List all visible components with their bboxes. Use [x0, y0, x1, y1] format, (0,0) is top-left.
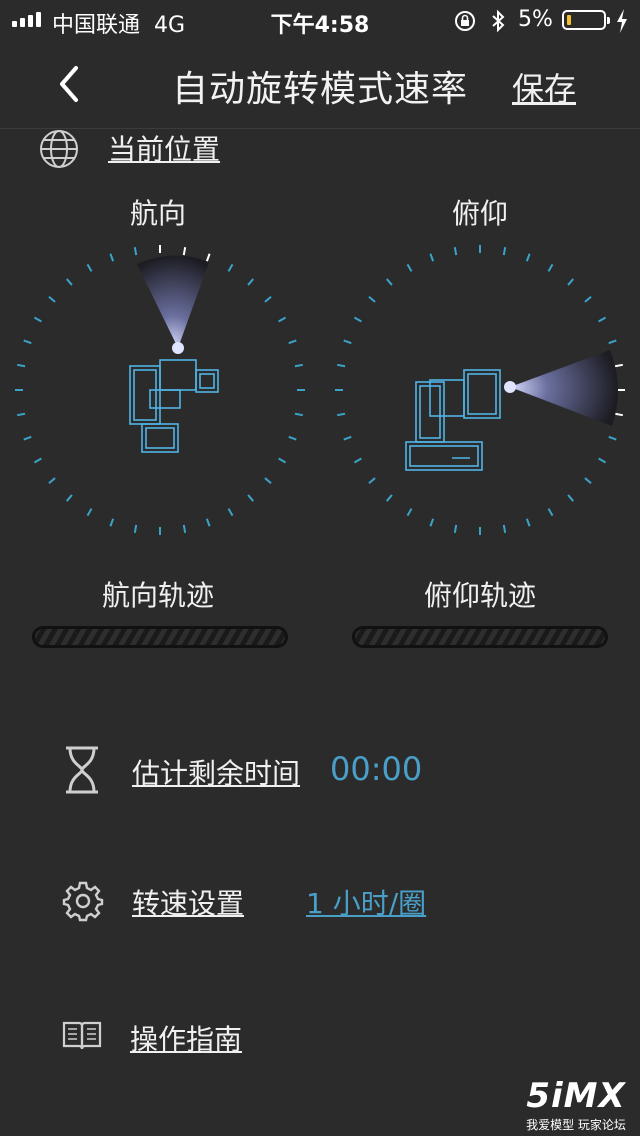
gimbal-device-icon: [129, 359, 219, 453]
dial-tick: [343, 435, 352, 441]
dial-tick: [567, 494, 574, 502]
pitch-track-bar: [352, 626, 608, 648]
dial-tick: [502, 524, 507, 533]
battery-icon: [562, 10, 610, 30]
dial-tick: [182, 247, 187, 256]
gimbal-device-icon: [405, 369, 501, 471]
dial-tick: [386, 278, 393, 286]
dial-tick: [294, 412, 303, 417]
dial-tick: [247, 278, 254, 286]
beam-origin: [504, 381, 516, 393]
dial-tick: [278, 316, 287, 323]
current-location-link[interactable]: 当前位置: [108, 128, 220, 168]
dial-tick: [567, 278, 574, 286]
dial-tick: [608, 435, 617, 441]
dial-tick: [368, 477, 376, 484]
dial-tick: [278, 457, 287, 464]
dial-tick: [614, 412, 623, 417]
dial-tick: [368, 296, 376, 303]
dial-tick: [133, 524, 138, 533]
dial-tick: [23, 339, 32, 345]
dial-tick: [17, 363, 26, 368]
dial-tick: [109, 518, 115, 527]
dial-tick: [182, 524, 187, 533]
beam-cone: [137, 255, 209, 348]
dial-tick: [33, 457, 42, 464]
dial-tick: [23, 435, 32, 441]
dial-tick: [614, 363, 623, 368]
dial-tick: [406, 508, 413, 517]
dial-tick: [598, 316, 607, 323]
dial-tick: [86, 263, 93, 272]
dial-tick: [205, 253, 211, 262]
pitch-track-label: 俯仰轨迹: [423, 579, 536, 612]
dial-tick: [353, 457, 362, 464]
hourglass-icon: [66, 746, 98, 794]
dial-tick: [525, 518, 531, 527]
save-button[interactable]: 保存: [512, 64, 576, 110]
remaining-time-value: 00:00: [330, 750, 423, 788]
dial-tick: [264, 477, 272, 484]
dial-tick: [227, 508, 234, 517]
dial-tick: [406, 263, 413, 272]
dial-tick: [453, 247, 458, 256]
dial-tick: [584, 296, 592, 303]
dial-tick: [584, 477, 592, 484]
book-icon: [62, 1021, 102, 1050]
dial-tick: [66, 494, 73, 502]
dial-tick: [337, 412, 346, 417]
globe-icon: [40, 130, 78, 168]
watermark-logo: 5iMX 我爱模型 玩家论坛: [526, 1076, 626, 1132]
dial-tick: [227, 263, 234, 272]
heading-dial[interactable]: [0, 230, 320, 550]
dial-tick: [109, 253, 115, 262]
heading-track-label: 航向轨迹: [101, 579, 214, 612]
operation-guide-link[interactable]: 操作指南: [130, 1018, 242, 1058]
gear-icon: [62, 881, 104, 922]
dial-tick: [386, 494, 393, 502]
speed-setting-label: 转速设置: [132, 887, 245, 920]
pitch-dial[interactable]: [320, 230, 640, 550]
dial-tick: [205, 518, 211, 527]
dial-tick: [525, 253, 531, 262]
beam-cone: [510, 350, 619, 426]
dial-tick: [33, 316, 42, 323]
dial-tick: [337, 363, 346, 368]
dial-tick: [294, 363, 303, 368]
dial-tick: [264, 296, 272, 303]
heading-dial-title: 航向: [129, 197, 186, 230]
heading-track-bar: [32, 626, 288, 648]
dial-tick: [547, 508, 554, 517]
dial-tick: [353, 316, 362, 323]
dial-tick: [343, 339, 352, 345]
dial-tick: [598, 457, 607, 464]
dial-tick: [133, 247, 138, 256]
speed-setting-value[interactable]: 1 小时/圈: [306, 882, 426, 922]
dial-tick: [429, 518, 435, 527]
dial-tick: [48, 477, 56, 484]
pitch-dial-title: 俯仰: [451, 197, 508, 230]
dial-tick: [247, 494, 254, 502]
dial-tick: [429, 253, 435, 262]
dial-tick: [608, 339, 617, 345]
charging-bolt-icon: [617, 9, 627, 33]
dial-tick: [66, 278, 73, 286]
battery-percent: 5%: [518, 7, 553, 32]
dial-tick: [502, 247, 507, 256]
dial-tick: [288, 435, 297, 441]
dial-tick: [17, 412, 26, 417]
dial-tick: [48, 296, 56, 303]
status-bar: 中国联通 4G 下午4:58 5%: [0, 0, 640, 40]
bluetooth-icon: [492, 9, 505, 33]
remaining-time-label[interactable]: 估计剩余时间: [132, 752, 300, 792]
beam-origin: [172, 342, 184, 354]
rotation-lock-icon: [455, 11, 475, 31]
nav-divider: [0, 128, 640, 129]
dial-tick: [453, 524, 458, 533]
dial-tick: [288, 339, 297, 345]
dial-tick: [547, 263, 554, 272]
dial-tick: [86, 508, 93, 517]
